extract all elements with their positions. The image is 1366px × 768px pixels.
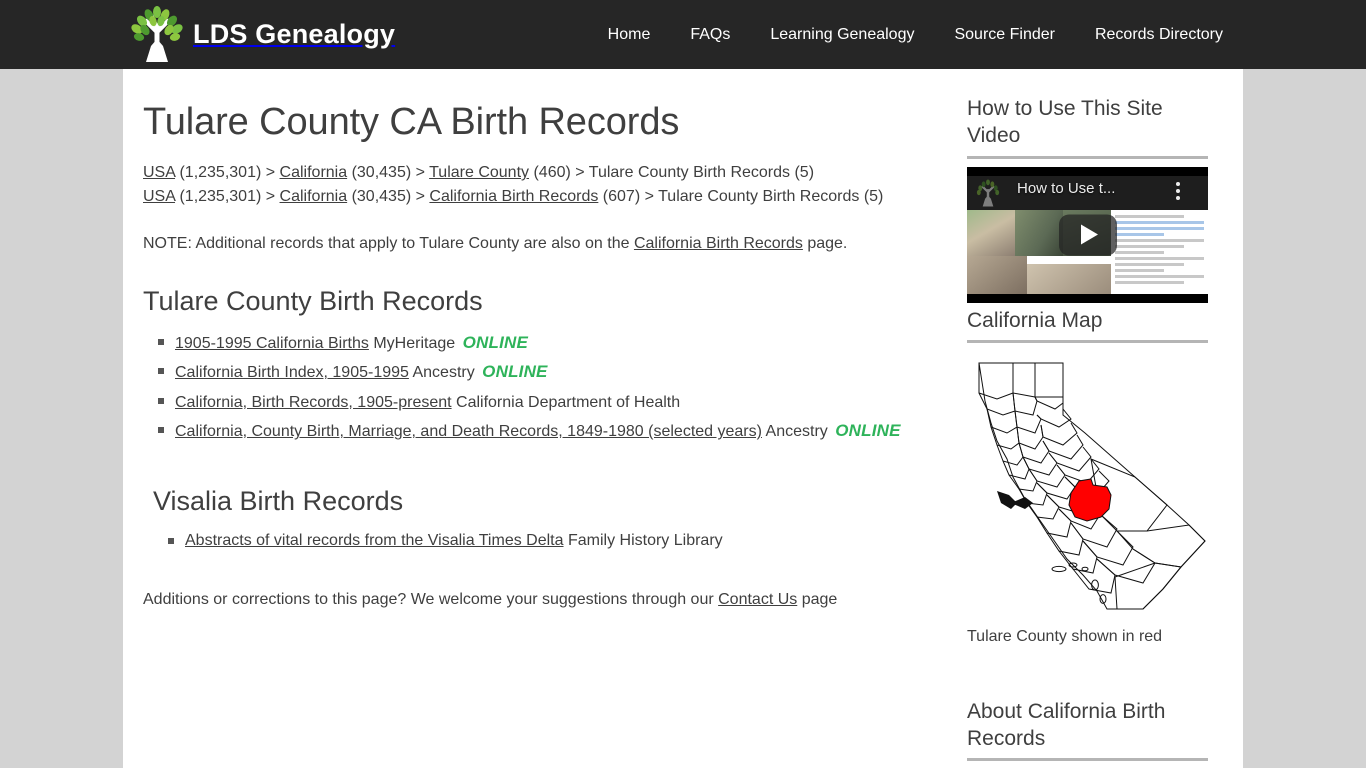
play-button-icon[interactable]: [1058, 214, 1117, 256]
footer-note-after: page: [797, 591, 838, 609]
breadcrumb-row-2: USA (1,235,301) > California (30,435) > …: [143, 185, 943, 209]
breadcrumb-count-2a: (1,235,301) >: [175, 188, 280, 206]
breadcrumb-link-usa-1[interactable]: USA: [143, 164, 175, 181]
thumbnail-photo-5: [1027, 263, 1111, 294]
nav-source-finder[interactable]: Source Finder: [934, 0, 1075, 69]
nav-faqs[interactable]: FAQs: [670, 0, 750, 69]
divider: [967, 758, 1208, 762]
section-title-county-birth-records: Tulare County Birth Records: [143, 285, 483, 316]
list-item: 1905-1995 California Births MyHeritage O…: [158, 328, 943, 358]
page-root: LDS Genealogy Home FAQs Learning Genealo…: [0, 0, 1366, 768]
county-record-list: 1905-1995 California Births MyHeritage O…: [143, 328, 943, 446]
site-header: LDS Genealogy Home FAQs Learning Genealo…: [0, 0, 1366, 69]
record-source-visalia-1: Family History Library: [563, 531, 723, 549]
list-item: California, County Birth, Marriage, and …: [158, 416, 943, 446]
breadcrumb-current-1: Tulare County Birth Records (5): [588, 164, 815, 181]
record-link-california-birth-records-1905-present[interactable]: California, Birth Records, 1905-present: [175, 394, 452, 411]
sidebar-about-block: About California Birth Records A few bir…: [967, 698, 1208, 768]
sidebar-map-block: California Map Tulare County shown in re…: [967, 307, 1208, 646]
list-item: California Birth Index, 1905-1995 Ancest…: [158, 357, 943, 387]
record-link-visalia-times-delta-abstracts[interactable]: Abstracts of vital records from the Visa…: [185, 532, 564, 549]
thumbnail-photo-4: [967, 255, 1027, 294]
divider: [967, 155, 1208, 159]
main-column: Tulare County CA Birth Records USA (1,23…: [143, 101, 943, 628]
record-source-1: MyHeritage: [368, 334, 460, 352]
breadcrumb-link-tulare-county[interactable]: Tulare County: [429, 164, 529, 181]
breadcrumb-link-california-2[interactable]: California: [280, 188, 348, 205]
record-source-2: Ancestry: [408, 364, 480, 382]
page-title: Tulare County CA Birth Records: [143, 101, 680, 143]
note-link-california-birth-records[interactable]: California Birth Records: [634, 235, 803, 252]
kebab-menu-icon[interactable]: [1176, 181, 1180, 203]
thumbnail-photo-2: [1015, 209, 1063, 256]
main-navigation: Home FAQs Learning Genealogy Source Find…: [588, 0, 1243, 69]
thumbnail-photo-1: [967, 209, 1015, 256]
content-shell: Tulare County CA Birth Records USA (1,23…: [123, 69, 1243, 768]
breadcrumb-current-2: Tulare County Birth Records (5): [658, 188, 884, 206]
record-source-4: Ancestry: [761, 423, 833, 441]
nav-home[interactable]: Home: [588, 0, 671, 69]
record-link-california-birth-index[interactable]: California Birth Index, 1905-1995: [175, 364, 409, 381]
divider: [967, 339, 1208, 343]
footer-note-before: Additions or corrections to this page? W…: [143, 591, 719, 609]
status-badge-online-1: ONLINE: [462, 332, 529, 352]
breadcrumb-row-1: USA (1,235,301) > California (30,435) > …: [143, 161, 943, 185]
breadcrumb-count-1c: (460) >: [529, 164, 589, 181]
record-link-county-birth-marriage-death[interactable]: California, County Birth, Marriage, and …: [175, 423, 762, 440]
brand-logo-link[interactable]: LDS Genealogy: [126, 5, 395, 63]
header-inner: LDS Genealogy Home FAQs Learning Genealo…: [123, 0, 1243, 69]
record-source-3: California Department of Health: [451, 393, 681, 411]
status-badge-online-2: ONLINE: [482, 362, 548, 382]
status-badge-online-4: ONLINE: [835, 421, 901, 441]
sidebar-heading-video: How to Use This Site Video: [967, 97, 1163, 148]
california-county-map: [978, 362, 1206, 610]
breadcrumb: USA (1,235,301) > California (30,435) > …: [143, 161, 943, 210]
footer-note: Additions or corrections to this page? W…: [143, 588, 943, 612]
visalia-record-list: Abstracts of vital records from the Visa…: [143, 527, 943, 555]
record-link-1905-1995-california-births[interactable]: 1905-1995 California Births: [175, 335, 369, 352]
breadcrumb-link-california-1[interactable]: California: [280, 164, 348, 181]
sidebar-heading-about: About California Birth Records: [967, 699, 1166, 751]
contact-us-link[interactable]: Contact Us: [718, 591, 797, 608]
nav-records-directory[interactable]: Records Directory: [1075, 0, 1243, 69]
sidebar-video-block: How to Use This Site Video How to Use t.…: [967, 95, 1208, 303]
sidebar-heading-map: California Map: [967, 308, 1103, 332]
list-item: California, Birth Records, 1905-present …: [158, 387, 943, 417]
breadcrumb-count-1a: (1,235,301) >: [175, 164, 280, 181]
thumbnail-text-column: [1111, 211, 1208, 294]
video-player-title: How to Use t...: [1017, 179, 1116, 197]
list-item: Abstracts of vital records from the Visa…: [168, 527, 943, 555]
breadcrumb-count-1b: (30,435) >: [347, 164, 430, 181]
breadcrumb-count-2c: (607) >: [598, 188, 659, 206]
note-paragraph: NOTE: Additional records that apply to T…: [143, 232, 943, 256]
breadcrumb-link-california-birth-records[interactable]: California Birth Records: [429, 188, 598, 205]
section-title-visalia-birth-records: Visalia Birth Records: [153, 485, 404, 516]
nav-learning-genealogy[interactable]: Learning Genealogy: [750, 0, 934, 69]
breadcrumb-link-usa-2[interactable]: USA: [143, 188, 175, 205]
breadcrumb-count-2b: (30,435) >: [347, 188, 430, 206]
note-text-after: page.: [802, 234, 848, 252]
video-player[interactable]: How to Use t...: [967, 166, 1208, 303]
note-text-before: NOTE: Additional records that apply to T…: [143, 234, 634, 252]
map-caption: Tulare County shown in red: [967, 627, 1163, 645]
brand-name: LDS Genealogy: [193, 18, 396, 49]
sidebar: How to Use This Site Video How to Use t.…: [967, 95, 1208, 768]
tree-logo-icon: [131, 6, 183, 62]
